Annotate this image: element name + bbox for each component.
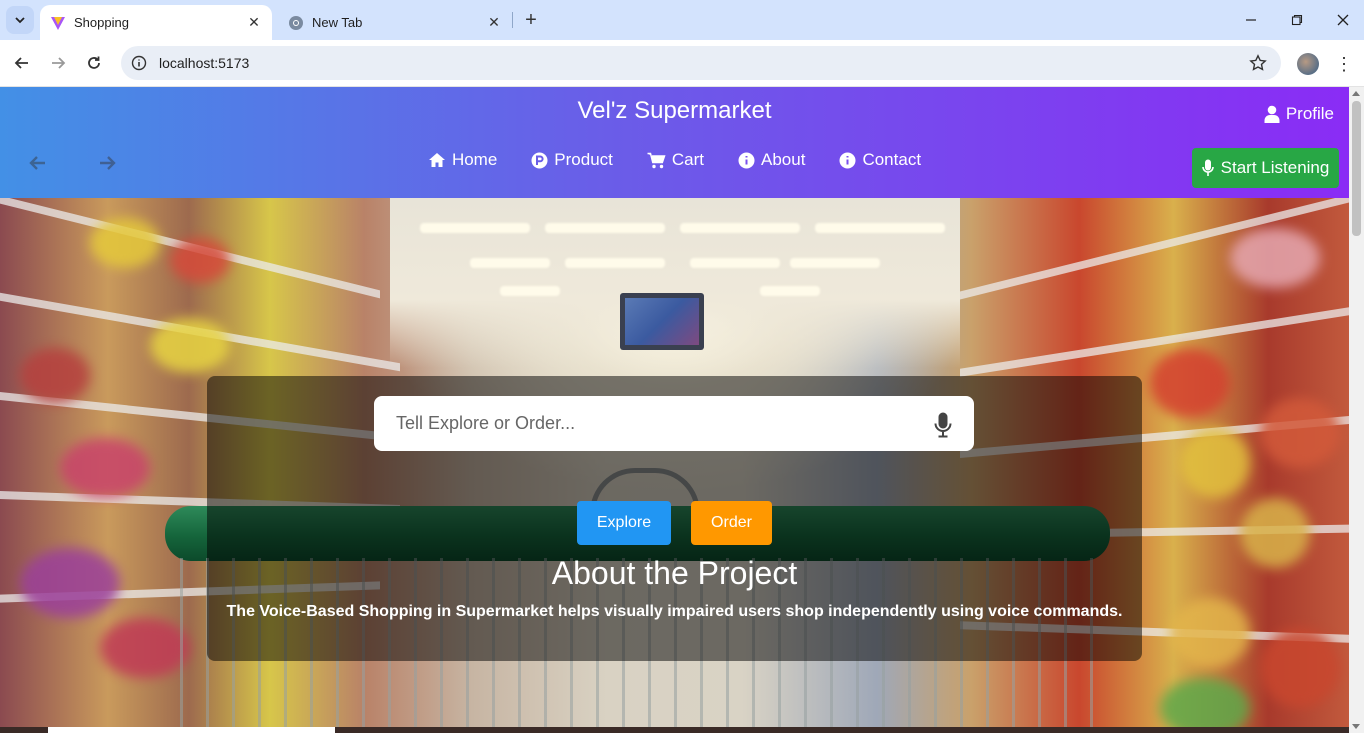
explore-button[interactable]: Explore — [577, 501, 671, 545]
site-header: Vel'z Supermarket Profile Home Product C… — [0, 87, 1349, 198]
microphone-icon[interactable] — [934, 412, 952, 438]
nav-about[interactable]: About — [738, 150, 805, 170]
page-viewport: Vel'z Supermarket Profile Home Product C… — [0, 87, 1349, 733]
scroll-down-icon[interactable] — [1352, 724, 1360, 729]
back-button[interactable] — [7, 48, 37, 78]
main-nav: Home Product Cart About Contact — [0, 150, 1349, 170]
voice-search-box — [374, 396, 974, 451]
start-listening-button[interactable]: Start Listening — [1192, 148, 1339, 188]
close-icon[interactable]: ✕ — [484, 13, 504, 33]
page-scrollbar[interactable] — [1349, 87, 1364, 733]
profile-link[interactable]: Profile — [1264, 104, 1334, 124]
tab-separator — [512, 12, 513, 28]
tab-search-button[interactable] — [6, 6, 34, 34]
browser-menu-icon[interactable]: ⋮ — [1332, 52, 1356, 76]
about-text: The Voice-Based Shopping in Supermarket … — [226, 603, 1123, 620]
chrome-logo-icon — [288, 15, 304, 31]
browser-tabstrip: Shopping ✕ New Tab ✕ + — [0, 0, 1364, 40]
tab-title: Shopping — [74, 15, 129, 30]
home-icon — [428, 153, 445, 167]
order-button[interactable]: Order — [691, 501, 772, 545]
store-tv — [620, 293, 704, 350]
nav-product-label: Product — [554, 150, 613, 169]
tab-title: New Tab — [312, 15, 363, 30]
new-tab-button[interactable]: + — [519, 8, 543, 32]
user-icon — [1264, 105, 1280, 123]
scroll-up-icon[interactable] — [1352, 91, 1360, 96]
about-title: About the Project — [551, 555, 798, 591]
scrollbar-thumb[interactable] — [1352, 101, 1361, 236]
site-info-icon[interactable] — [131, 55, 147, 71]
arrow-right-icon — [52, 57, 66, 69]
restore-button[interactable] — [1274, 0, 1320, 40]
product-p-icon — [531, 152, 548, 168]
info-icon — [738, 152, 755, 168]
nav-about-label: About — [761, 150, 806, 169]
address-bar[interactable]: localhost:5173 — [121, 46, 1281, 80]
nav-home[interactable]: Home — [428, 150, 497, 170]
hero-background: Explore Order About the Project The Voic… — [0, 198, 1349, 733]
forward-button[interactable] — [43, 48, 73, 78]
site-title: Vel'z Supermarket — [577, 97, 772, 124]
close-icon[interactable]: ✕ — [244, 13, 264, 33]
window-close-button[interactable] — [1320, 0, 1364, 40]
nav-contact-label: Contact — [862, 150, 922, 169]
profile-avatar[interactable] — [1297, 53, 1319, 75]
browser-toolbar: localhost:5173 ⋮ — [0, 40, 1364, 87]
close-icon — [1337, 14, 1349, 26]
restore-icon — [1291, 14, 1303, 26]
nav-cart[interactable]: Cart — [647, 150, 704, 170]
chevron-down-icon — [15, 17, 25, 24]
nav-home-label: Home — [451, 150, 498, 169]
url-text: localhost:5173 — [159, 55, 250, 71]
bottom-strip — [0, 727, 1349, 733]
reload-icon — [88, 56, 100, 69]
cart-icon — [647, 152, 666, 168]
reload-button[interactable] — [79, 48, 109, 78]
tab-shopping[interactable]: Shopping ✕ — [40, 5, 272, 40]
vite-logo-icon — [50, 15, 66, 31]
nav-contact[interactable]: Contact — [839, 150, 921, 170]
nav-cart-label: Cart — [671, 150, 705, 169]
tab-new-tab[interactable]: New Tab ✕ — [278, 5, 512, 40]
nav-product[interactable]: Product — [531, 150, 613, 170]
info-icon — [839, 152, 856, 168]
search-input[interactable] — [396, 413, 916, 434]
minimize-icon — [1246, 19, 1256, 21]
minimize-button[interactable] — [1228, 0, 1274, 40]
start-listening-label: Start Listening — [1220, 158, 1330, 177]
bookmark-star-icon[interactable] — [1249, 54, 1267, 72]
microphone-icon — [1201, 159, 1214, 176]
arrow-left-icon — [14, 57, 28, 69]
profile-label: Profile — [1285, 104, 1334, 123]
